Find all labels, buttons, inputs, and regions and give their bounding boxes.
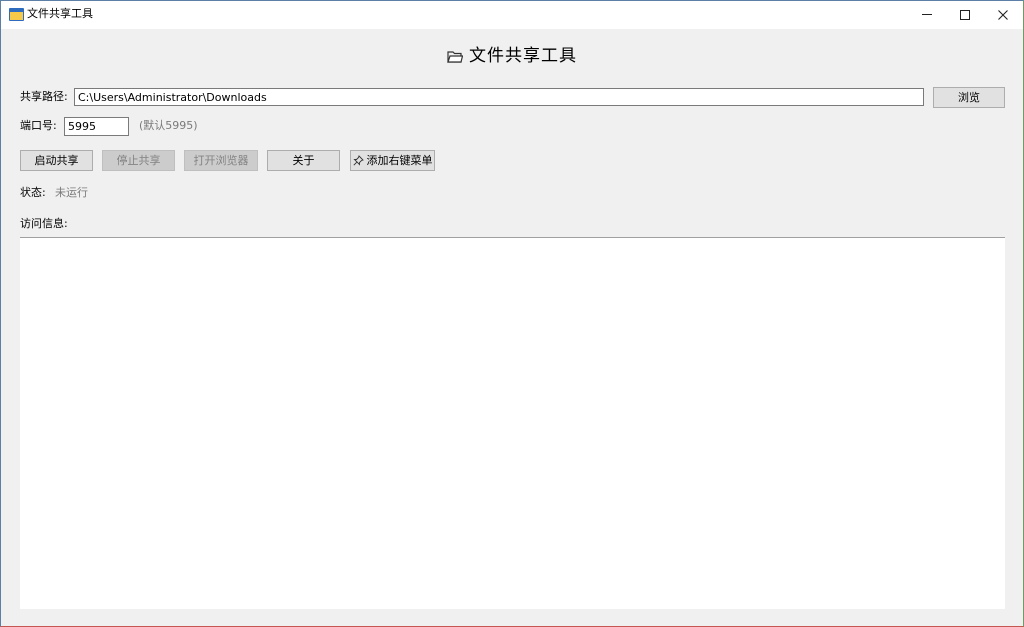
about-button[interactable]: 关于	[267, 150, 340, 171]
port-hint: (默认5995)	[139, 119, 198, 132]
port-label: 端口号:	[20, 119, 57, 132]
port-input[interactable]	[64, 117, 129, 136]
browse-button[interactable]: 浏览	[933, 87, 1005, 108]
pin-icon	[352, 155, 364, 166]
app-window-icon	[9, 8, 24, 21]
open-browser-button[interactable]: 打开浏览器	[184, 150, 258, 171]
access-info-textarea[interactable]	[20, 237, 1005, 609]
start-share-button[interactable]: 启动共享	[20, 150, 93, 171]
close-button[interactable]	[983, 1, 1023, 29]
title-bar[interactable]: 文件共享工具	[1, 1, 1023, 29]
path-label: 共享路径:	[20, 90, 68, 103]
app-window: 文件共享工具 文件共享工具 共享路径: 浏览 端口号: (默认5995) 启动共…	[0, 0, 1024, 627]
access-info-label: 访问信息:	[20, 217, 68, 230]
path-input[interactable]	[74, 88, 924, 106]
status-label: 状态:	[20, 186, 46, 199]
maximize-button[interactable]	[945, 1, 985, 29]
add-context-menu-label: 添加右键菜单	[366, 154, 433, 167]
page-title: 文件共享工具	[1, 45, 1023, 67]
minimize-icon	[922, 14, 932, 15]
minimize-button[interactable]	[907, 1, 947, 29]
add-context-menu-button[interactable]: 添加右键菜单	[350, 150, 435, 171]
folder-icon	[447, 51, 463, 63]
page-title-text: 文件共享工具	[469, 46, 577, 66]
stop-share-button[interactable]: 停止共享	[102, 150, 175, 171]
status-value: 未运行	[55, 186, 88, 199]
maximize-icon	[960, 9, 970, 20]
close-icon	[998, 9, 1008, 20]
window-title: 文件共享工具	[27, 7, 93, 20]
